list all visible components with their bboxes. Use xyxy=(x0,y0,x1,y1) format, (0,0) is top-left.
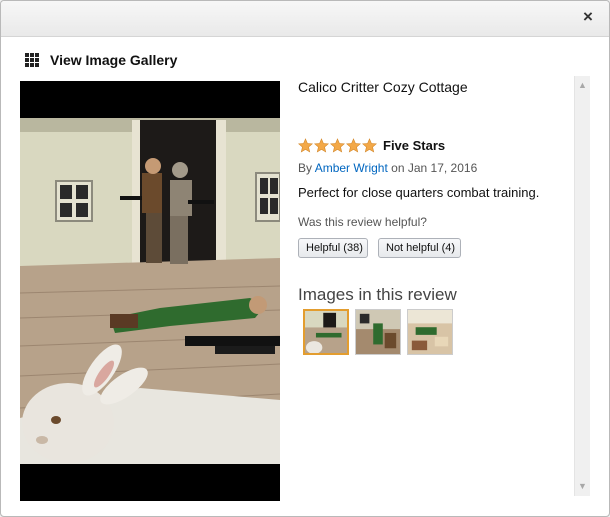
thumbnail[interactable] xyxy=(407,309,453,355)
star-icon xyxy=(346,138,361,153)
not-helpful-button[interactable]: Not helpful (4) xyxy=(378,238,461,258)
view-image-gallery-link[interactable]: View Image Gallery xyxy=(25,51,177,69)
star-rating xyxy=(298,138,378,153)
gallery-label: View Image Gallery xyxy=(50,52,178,68)
thumbnail[interactable] xyxy=(355,309,401,355)
review-detail-panel: Calico Critter Cozy Cottage Five Stars B… xyxy=(298,77,568,355)
review-photo[interactable] xyxy=(20,118,280,464)
review-title: Five Stars xyxy=(383,138,446,153)
scroll-up-icon[interactable]: ▲ xyxy=(575,78,590,93)
helpful-question: Was this review helpful? xyxy=(298,215,427,229)
images-heading: Images in this review xyxy=(298,285,457,304)
star-icon xyxy=(298,138,313,153)
image-gallery-dialog: × View Image Gallery Calico Critter Cozy… xyxy=(0,0,610,517)
review-body: Perfect for close quarters combat traini… xyxy=(298,185,540,200)
thumbnail-image xyxy=(305,311,347,353)
review-thumbnails xyxy=(303,309,459,355)
dialog-header: × xyxy=(1,1,609,37)
product-title[interactable]: Calico Critter Cozy Cottage xyxy=(298,77,568,97)
review-byline: By Amber Wright on Jan 17, 2016 xyxy=(298,161,477,175)
by-prefix: By xyxy=(298,161,313,175)
helpful-button[interactable]: Helpful (38) xyxy=(298,238,368,258)
review-date: on Jan 17, 2016 xyxy=(391,161,478,175)
grid-icon xyxy=(25,53,39,67)
thumbnail-image xyxy=(408,310,452,354)
thumbnail-image xyxy=(356,310,400,354)
vertical-scrollbar[interactable]: ▲ ▼ xyxy=(574,76,590,496)
main-image-frame xyxy=(20,81,280,501)
rating-row: Five Stars xyxy=(298,138,445,153)
star-icon xyxy=(362,138,377,153)
scroll-down-icon[interactable]: ▼ xyxy=(575,479,590,494)
thumbnail[interactable] xyxy=(303,309,349,355)
author-link[interactable]: Amber Wright xyxy=(315,161,388,175)
star-icon xyxy=(330,138,345,153)
star-icon xyxy=(314,138,329,153)
close-button[interactable]: × xyxy=(581,8,595,25)
